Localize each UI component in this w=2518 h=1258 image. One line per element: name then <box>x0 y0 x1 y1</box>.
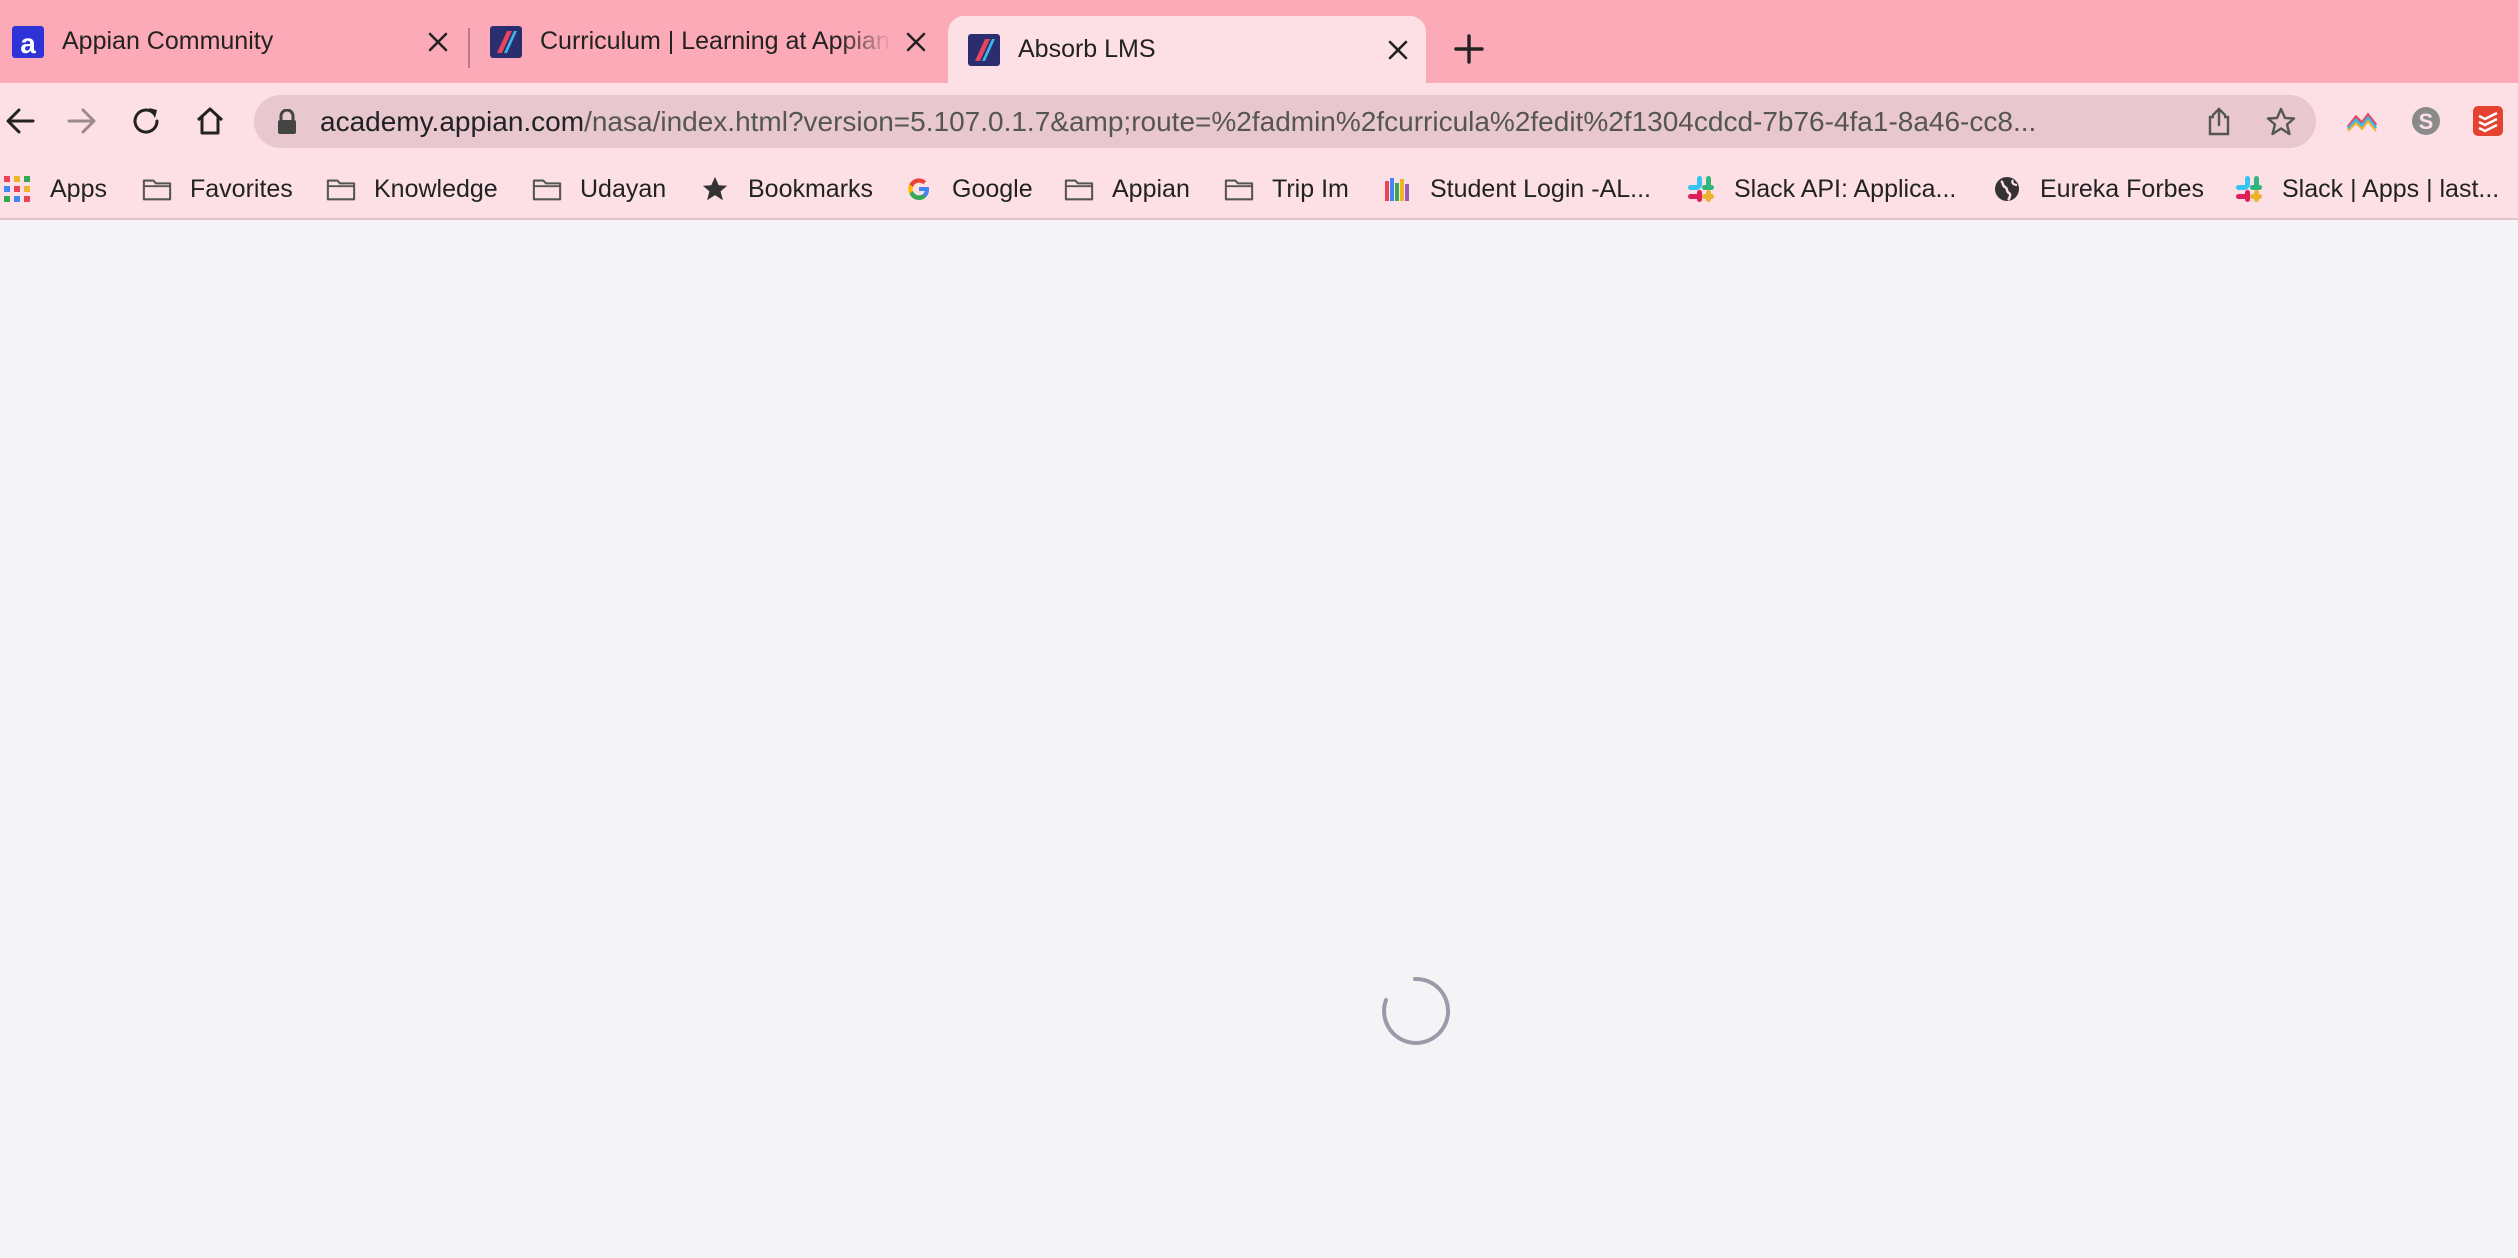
tab-title: Appian Community <box>62 27 274 55</box>
todoist-extension-icon[interactable] <box>2470 103 2506 139</box>
tab-divider <box>468 28 470 68</box>
folder-icon <box>1224 174 1254 204</box>
folder-icon <box>142 174 172 204</box>
url-host: academy.appian.com <box>320 106 585 137</box>
globe-icon <box>1992 174 2022 204</box>
reload-icon[interactable] <box>126 101 166 141</box>
share-icon[interactable] <box>2204 107 2234 137</box>
bookmark-eureka-forbes[interactable]: Eureka Forbes <box>1992 160 2204 218</box>
bookmark-slack-apps[interactable]: Slack | Apps | last... <box>2234 160 2499 218</box>
svg-text:S: S <box>2419 109 2434 134</box>
address-bar[interactable]: academy.appian.com/nasa/index.html?versi… <box>254 95 2316 148</box>
absorb-favicon <box>968 33 1000 66</box>
tab-title: Absorb LMS <box>1018 35 1156 63</box>
skype-extension-icon[interactable]: S <box>2408 103 2444 139</box>
bookmark-trip-im[interactable]: Trip Im <box>1224 160 1349 218</box>
loading-spinner-icon <box>1374 970 1456 1052</box>
tab-title: Curriculum | Learning at Appian <box>540 27 890 55</box>
bookmark-google[interactable]: Google <box>904 160 1033 218</box>
bookmark-student-login[interactable]: Student Login -AL... <box>1382 160 1651 218</box>
close-tab-icon[interactable] <box>422 26 454 58</box>
page-content <box>0 221 2518 1258</box>
bookmark-label: Slack API: Applica... <box>1734 174 1957 203</box>
tab-strip: a Appian Community Curriculum | Learning… <box>0 0 2518 83</box>
bookmark-label: Favorites <box>190 174 293 203</box>
bookmark-label: Appian <box>1112 174 1190 203</box>
bookmark-appian[interactable]: Appian <box>1064 160 1190 218</box>
url-text[interactable]: academy.appian.com/nasa/index.html?versi… <box>320 95 2180 148</box>
tab-appian-community[interactable]: a Appian Community <box>0 0 466 83</box>
google-icon <box>904 174 934 204</box>
home-icon[interactable] <box>190 101 230 141</box>
bookmark-favorites[interactable]: Favorites <box>142 160 293 218</box>
bookmark-label: Google <box>952 174 1033 203</box>
star-icon <box>700 174 730 204</box>
folder-icon <box>326 174 356 204</box>
apps-grid-icon <box>2 174 32 204</box>
bookmark-label: Eureka Forbes <box>2040 174 2204 203</box>
bookmark-label: Knowledge <box>374 174 498 203</box>
bookmark-knowledge[interactable]: Knowledge <box>326 160 498 218</box>
bookmark-label: Udayan <box>580 174 667 203</box>
bookmark-label: Bookmarks <box>748 174 874 203</box>
star-bookmark-icon[interactable] <box>2266 107 2296 137</box>
bookmark-label: Apps <box>50 174 107 203</box>
bookmark-apps[interactable]: Apps <box>2 160 107 218</box>
folder-icon <box>532 174 562 204</box>
tab-absorb-lms[interactable]: Absorb LMS <box>948 16 1426 83</box>
bookmark-label: Student Login -AL... <box>1430 174 1651 203</box>
bookmark-bookmarks[interactable]: Bookmarks <box>700 160 873 218</box>
lock-icon[interactable] <box>276 108 298 135</box>
svg-text:a: a <box>20 28 36 58</box>
bookmarks-bar: Apps Favorites Knowledge Udayan Bookmark… <box>0 160 2518 220</box>
browser-toolbar: academy.appian.com/nasa/index.html?versi… <box>0 83 2518 160</box>
slack-icon <box>1686 174 1716 204</box>
books-icon <box>1382 174 1412 204</box>
tab-curriculum[interactable]: Curriculum | Learning at Appian <box>478 0 944 83</box>
folder-icon <box>1064 174 1094 204</box>
close-tab-icon[interactable] <box>900 26 932 58</box>
bookmark-slack-api[interactable]: Slack API: Applica... <box>1686 160 1956 218</box>
rainbow-extension-icon[interactable] <box>2344 103 2380 139</box>
slack-icon <box>2234 174 2264 204</box>
plus-icon[interactable] <box>1452 32 1486 66</box>
bookmark-udayan[interactable]: Udayan <box>532 160 666 218</box>
bookmark-label: Trip Im <box>1272 174 1349 203</box>
url-path: /nasa/index.html?version=5.107.0.1.7&amp… <box>584 106 2037 137</box>
absorb-favicon <box>490 25 522 58</box>
back-arrow-icon[interactable] <box>0 101 40 141</box>
appian-community-favicon: a <box>12 25 44 58</box>
bookmark-label: Slack | Apps | last... <box>2282 174 2500 203</box>
forward-arrow-icon[interactable] <box>62 101 102 141</box>
close-tab-icon[interactable] <box>1382 34 1414 66</box>
